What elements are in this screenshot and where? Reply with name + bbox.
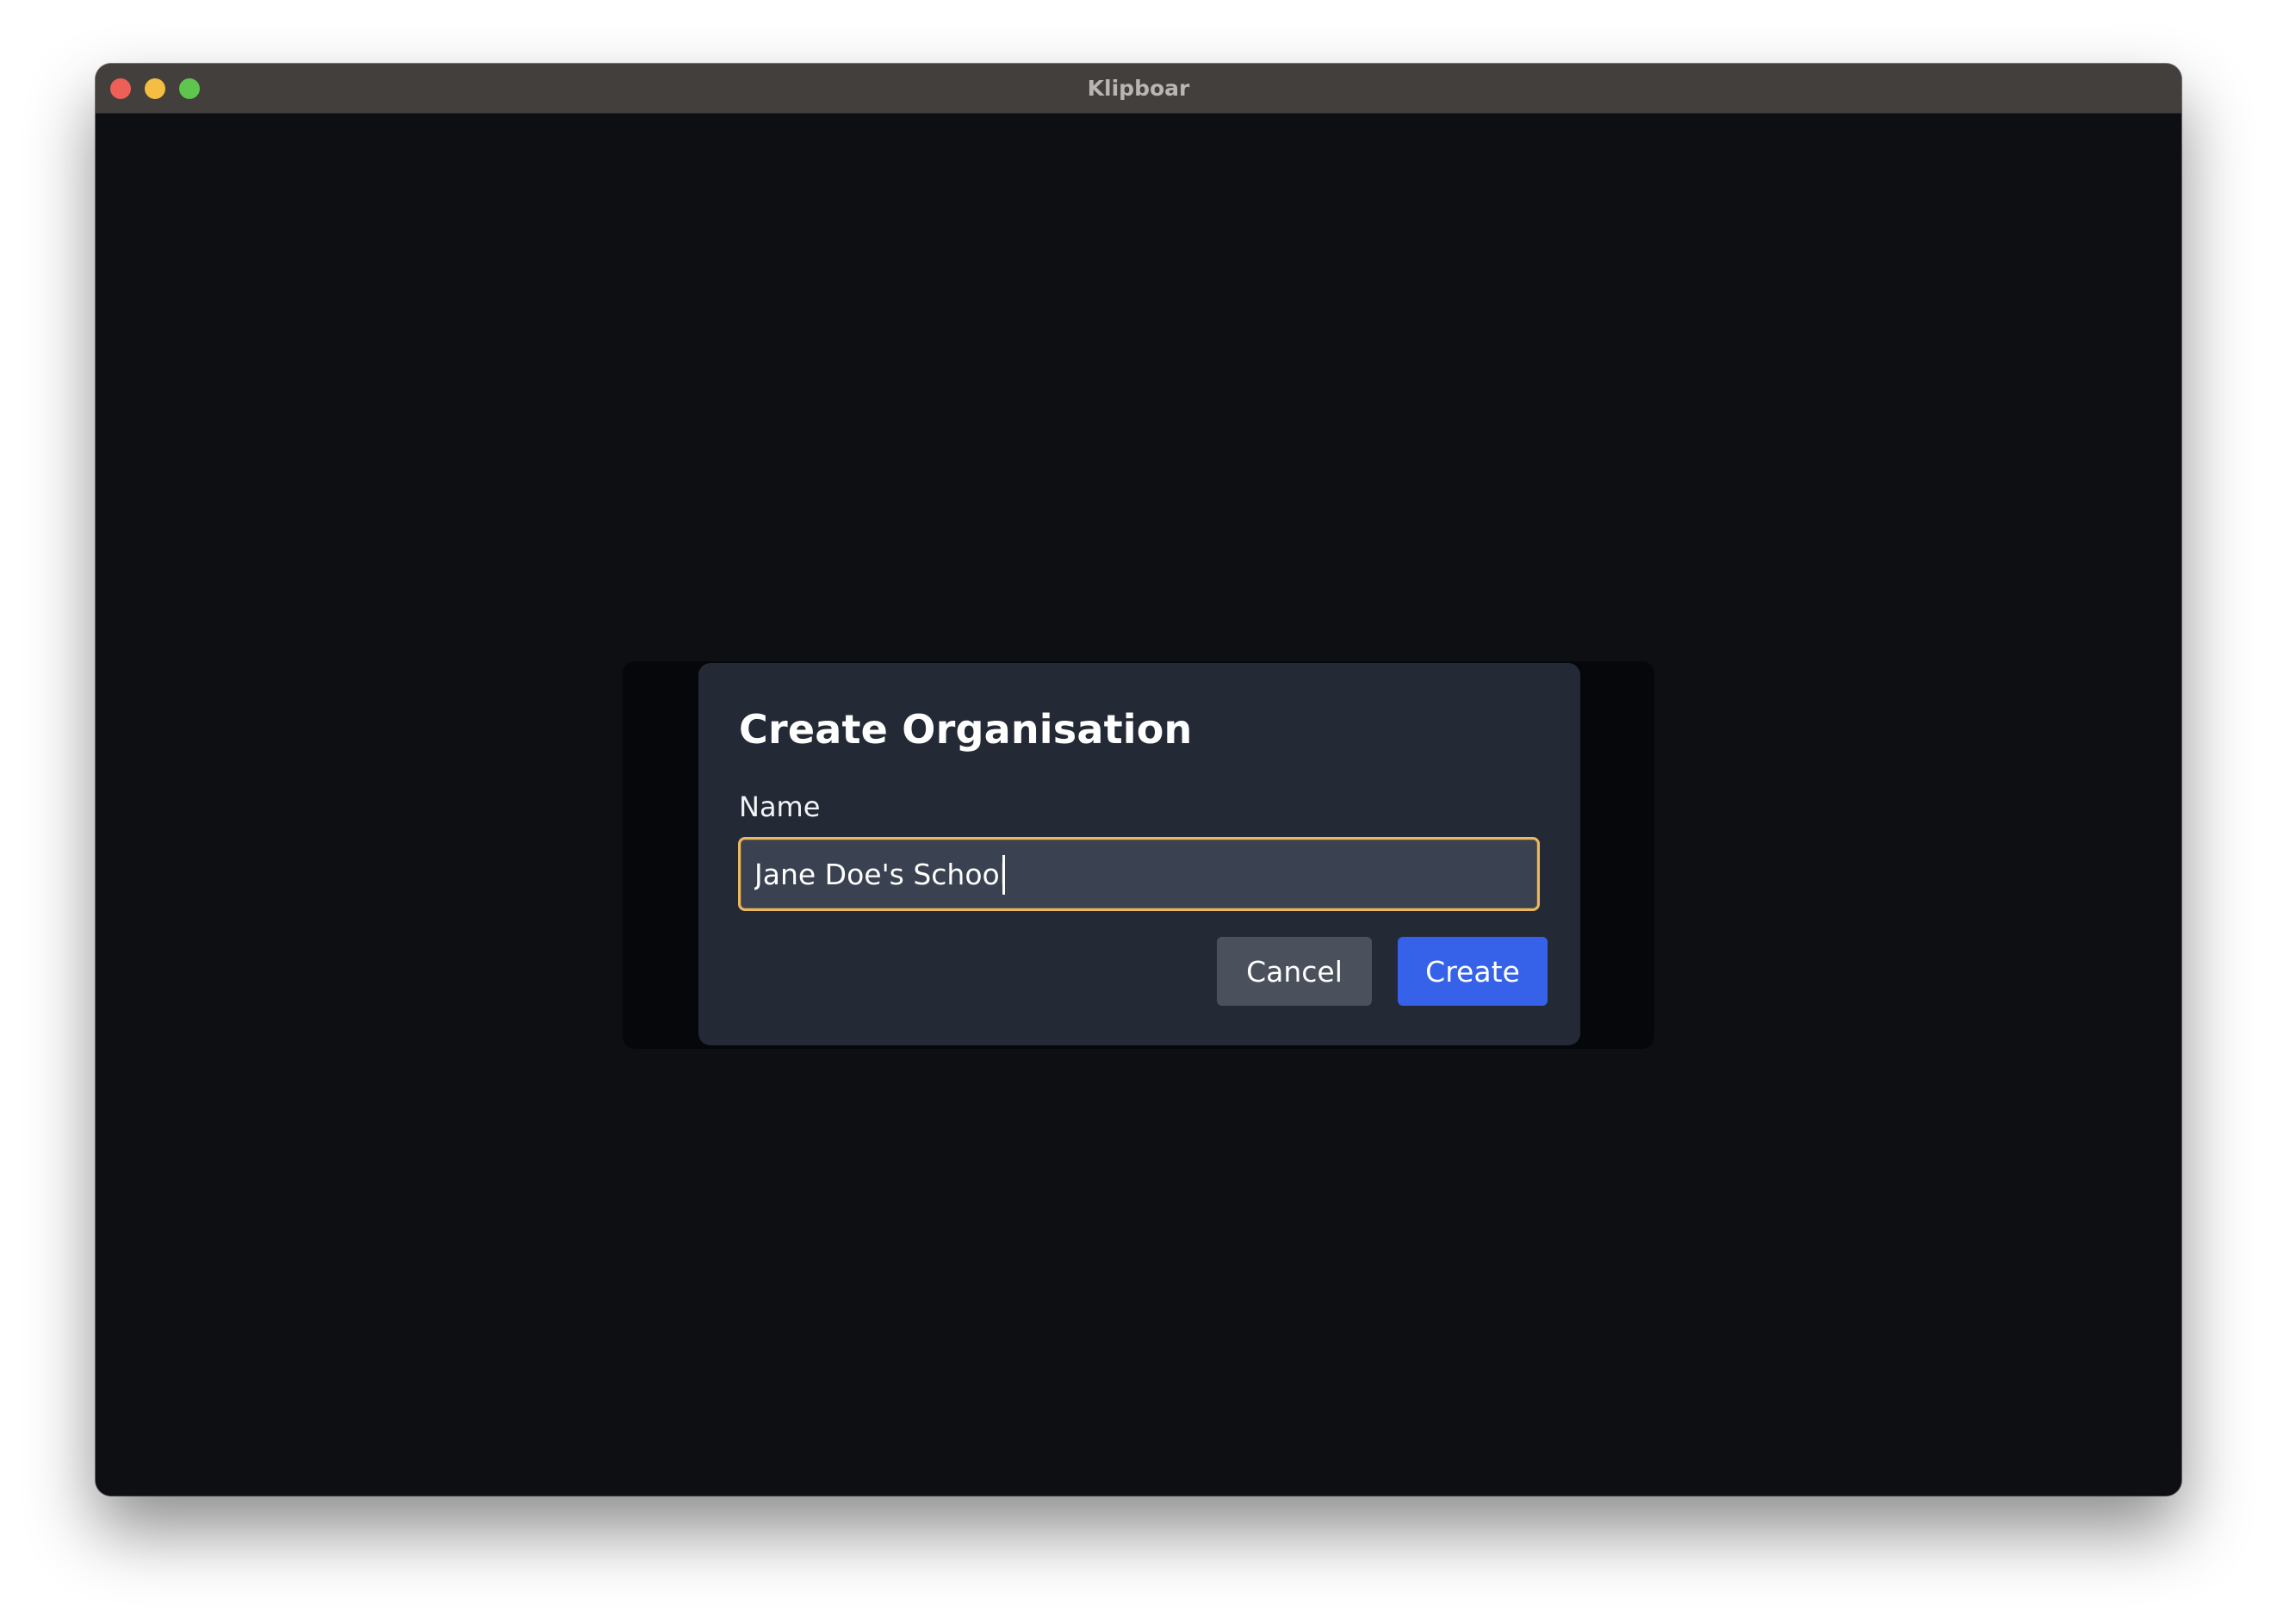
window-title: Klipboar (1087, 76, 1190, 101)
name-field-container (738, 837, 1540, 911)
text-cursor (1002, 855, 1005, 895)
dialog-title: Create Organisation (739, 706, 1193, 753)
title-bar[interactable]: Klipboar (96, 64, 2181, 114)
create-organisation-dialog: Create Organisation Name Cancel Create (698, 663, 1580, 1045)
app-content: Create Organisation Name Cancel Create (96, 114, 2181, 1496)
app-window: Klipboar Create Organisation Name Cancel… (96, 64, 2181, 1496)
cancel-button[interactable]: Cancel (1217, 937, 1372, 1006)
name-input[interactable] (741, 840, 1537, 908)
name-field-label: Name (739, 790, 821, 823)
create-button[interactable]: Create (1398, 937, 1548, 1006)
